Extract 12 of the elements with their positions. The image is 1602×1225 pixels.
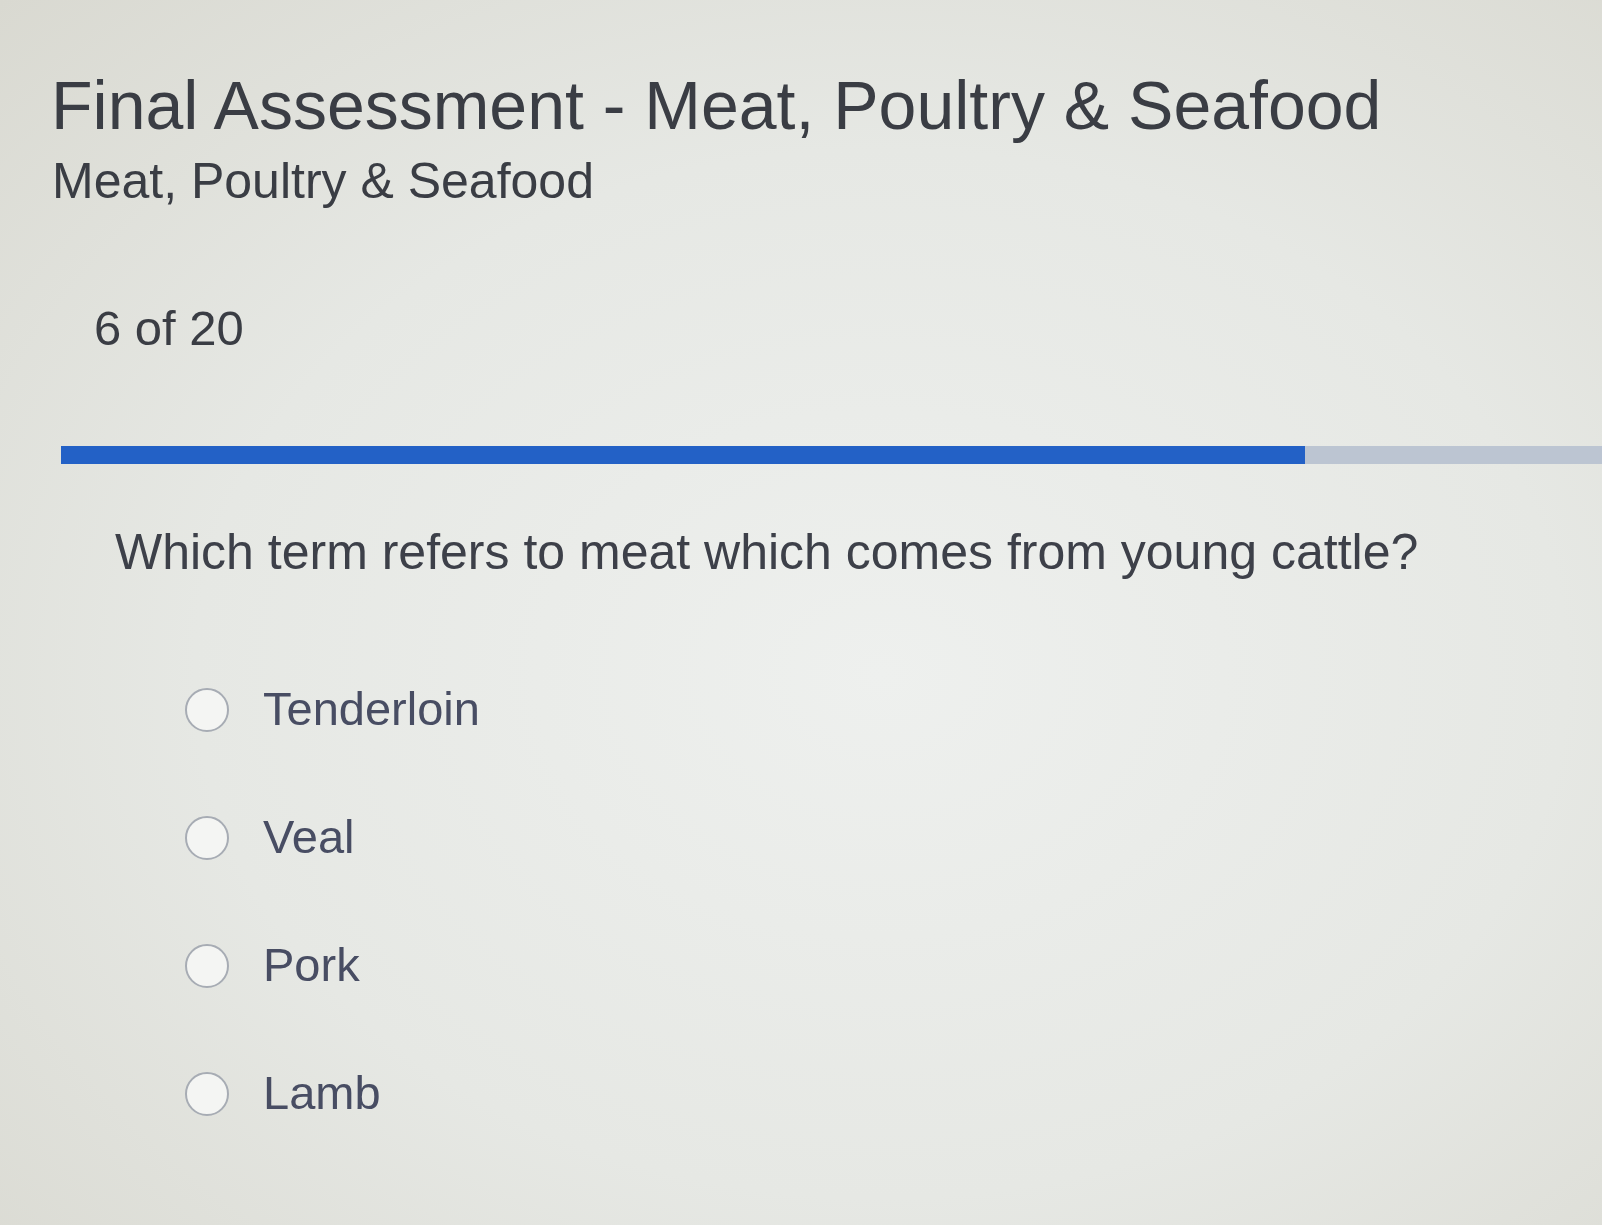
- option-label[interactable]: Pork: [263, 937, 360, 994]
- question-text: Which term refers to meat which comes from young cattle?: [115, 522, 1419, 582]
- page-subtitle: Meat, Poultry & Seafood: [52, 151, 594, 211]
- question-counter: 6 of 20: [94, 299, 244, 357]
- radio-button[interactable]: [185, 815, 229, 860]
- option-label[interactable]: Veal: [263, 809, 355, 866]
- radio-button[interactable]: [185, 687, 229, 732]
- radio-button[interactable]: [185, 943, 229, 988]
- page-title: Final Assessment - Meat, Poultry & Seafood: [51, 68, 1382, 143]
- radio-button[interactable]: [185, 1071, 229, 1116]
- option-label[interactable]: Lamb: [263, 1065, 381, 1122]
- option-label[interactable]: Tenderloin: [263, 681, 480, 738]
